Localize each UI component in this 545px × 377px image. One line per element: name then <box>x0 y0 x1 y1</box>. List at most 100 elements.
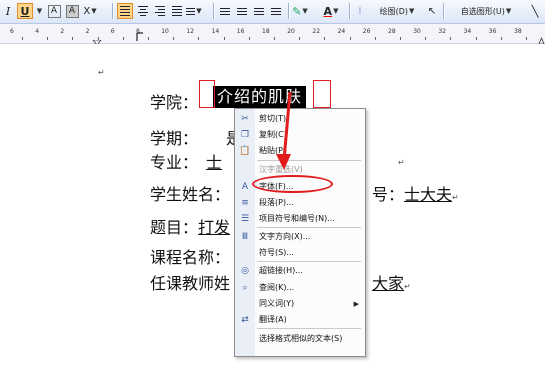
scissors-icon: ✂ <box>241 114 249 124</box>
numbering-button[interactable] <box>217 3 233 19</box>
underline-button[interactable]: U <box>17 3 33 19</box>
paragraph-mark: ↵ <box>398 158 405 167</box>
ruler-number: 2 <box>85 28 90 35</box>
ruler-tick <box>248 37 250 40</box>
menu-item-label: 查阅(K)... <box>259 283 295 292</box>
menu-item-label: 翻译(A) <box>259 315 287 324</box>
char-border-button[interactable]: A <box>46 3 62 19</box>
ruler-number: 12 <box>186 28 195 35</box>
ruler-number: 26 <box>362 28 371 35</box>
horizontal-ruler[interactable]: 6 4 2 2 6 8 10 12 14 16 18 20 22 24 26 28 30 32 34 36 38 <box>0 24 545 49</box>
menu-separator <box>257 227 361 228</box>
ruler-number: 16 <box>236 28 245 35</box>
ruler-number: 30 <box>413 28 421 35</box>
menu-item-9[interactable]: ◎ 超链接(H)... <box>235 263 365 279</box>
menu-item-11[interactable]: 同义词(Y) ▶ <box>235 296 365 312</box>
menu-item-0[interactable]: ✂ 剪切(T) <box>235 111 365 127</box>
row-teacher-value: 大家↵ <box>372 274 411 293</box>
underline-dropdown[interactable]: ▼ <box>34 3 44 19</box>
ruler-tick <box>425 37 427 40</box>
row-semester: 学期：是 <box>150 129 242 148</box>
formatting-toolbar: I U ▼ A A X ▼ ▼ ✎ ▼ A ▼ ⁝ 绘图(D) ▼ ↖ 自选图形(U) ▼… <box>0 0 545 24</box>
ruler-number: 36 <box>488 28 497 35</box>
ruler-number: 24 <box>337 28 346 35</box>
submenu-arrow-icon: ▶ <box>353 300 359 308</box>
char-scale-icon[interactable]: X ▼ <box>82 3 98 19</box>
line-spacing-button[interactable]: ▼ <box>186 3 202 19</box>
menu-item-label: 选择格式相似的文本(S) <box>259 334 343 343</box>
ruler-number: 32 <box>438 28 447 35</box>
select-object-icon[interactable]: ↖ <box>424 3 440 19</box>
row-student-name: 学生姓名： <box>150 185 231 204</box>
menu-item-2[interactable]: 📋 粘贴(P) <box>235 143 365 159</box>
bullets-button[interactable] <box>234 3 250 19</box>
row-major: 专业：士 <box>150 153 223 172</box>
ruler-tick <box>198 37 200 40</box>
ruler-number: 2 <box>60 28 65 35</box>
menu-separator <box>257 328 361 329</box>
ruler-tick <box>173 37 175 40</box>
bullets-icon: ☰ <box>240 214 250 224</box>
decrease-indent-button[interactable] <box>251 3 267 19</box>
hyperlink-icon: ◎ <box>241 266 249 276</box>
menu-item-10[interactable]: ⌕ 查阅(K)... <box>235 280 365 296</box>
ruler-tick <box>374 37 376 40</box>
font-icon: A <box>241 182 249 192</box>
paste-icon: 📋 <box>239 146 251 156</box>
ruler-tick <box>349 37 351 40</box>
justify-button[interactable] <box>169 3 185 19</box>
ruler-tick <box>526 37 527 40</box>
annotation-arrow-icon <box>276 91 292 170</box>
copy-icon: ❐ <box>240 130 250 140</box>
menu-item-7[interactable]: Ⅲ 文字方向(X)... <box>235 229 365 245</box>
ruler-tick <box>475 37 477 40</box>
menu-item-12[interactable]: ⇄ 翻译(A) <box>235 312 365 328</box>
selection-start-highlight <box>199 80 215 108</box>
ruler-number: 18 <box>262 28 270 35</box>
draw-menu-button[interactable]: 绘图(D) ▼ <box>368 3 426 19</box>
ruler-tick <box>148 37 149 40</box>
menu-item-8[interactable]: 符号(S)... <box>235 245 365 261</box>
italic-button[interactable]: I <box>0 3 16 19</box>
ruler-tick <box>500 37 502 40</box>
paragraph-icon: ≡ <box>241 198 249 208</box>
increase-indent-button[interactable] <box>268 3 284 19</box>
ruler-tick <box>299 37 301 40</box>
menu-item-13[interactable]: 选择格式相似的文本(S) <box>235 331 365 347</box>
translate-icon: ⇄ <box>241 315 249 325</box>
context-menu: ✂ 剪切(T) ❐ 复制(C) 📋 粘贴(P) 汉字重选(V) A 字体(F)... ≡ 段落(P)… <box>234 108 366 357</box>
menu-item-1[interactable]: ❐ 复制(C) <box>235 127 365 143</box>
row-college: 学院： <box>150 93 199 112</box>
autoshapes-button[interactable]: 自选图形(U) ▼ <box>446 3 526 19</box>
align-left-button[interactable] <box>117 3 133 19</box>
align-right-button[interactable] <box>152 3 168 19</box>
lookup-icon: ⌕ <box>242 283 248 293</box>
ruler-number: 38 <box>514 28 522 35</box>
line-tool-icon[interactable]: ╲ <box>527 3 543 19</box>
ruler-tick <box>72 37 74 40</box>
menu-item-6[interactable]: ☰ 项目符号和编号(N)... <box>235 211 365 227</box>
paragraph-mark: ↵ <box>98 68 105 77</box>
menu-separator <box>257 261 361 262</box>
menu-item-label: 文字方向(X)... <box>259 232 311 241</box>
highlight-icon[interactable]: ✎ ▼ <box>292 3 308 19</box>
menu-item-label: 段落(P)... <box>259 198 294 207</box>
menu-item-5[interactable]: ≡ 段落(P)... <box>235 195 365 211</box>
ruler-tick <box>47 37 49 40</box>
menu-item-label: 超链接(H)... <box>259 266 303 275</box>
ruler-tick <box>400 37 401 40</box>
ruler-number: 22 <box>312 28 321 35</box>
ruler-tick <box>22 37 23 40</box>
ruler-number: 28 <box>388 28 396 35</box>
row-teacher: 任课教师姓 <box>150 274 231 293</box>
align-center-button[interactable] <box>135 3 151 19</box>
selection-end-highlight <box>313 80 331 108</box>
font-color-button[interactable]: A ▼ <box>318 3 344 19</box>
row-topic: 题目：打发 <box>150 218 231 237</box>
menu-item-label: 符号(S)... <box>259 248 294 257</box>
row-course-name: 课程名称： <box>150 248 231 267</box>
ruler-tick <box>223 37 225 40</box>
char-shading-button[interactable]: A <box>64 3 80 19</box>
ruler-tick <box>324 37 326 40</box>
ruler-tick <box>122 37 124 40</box>
